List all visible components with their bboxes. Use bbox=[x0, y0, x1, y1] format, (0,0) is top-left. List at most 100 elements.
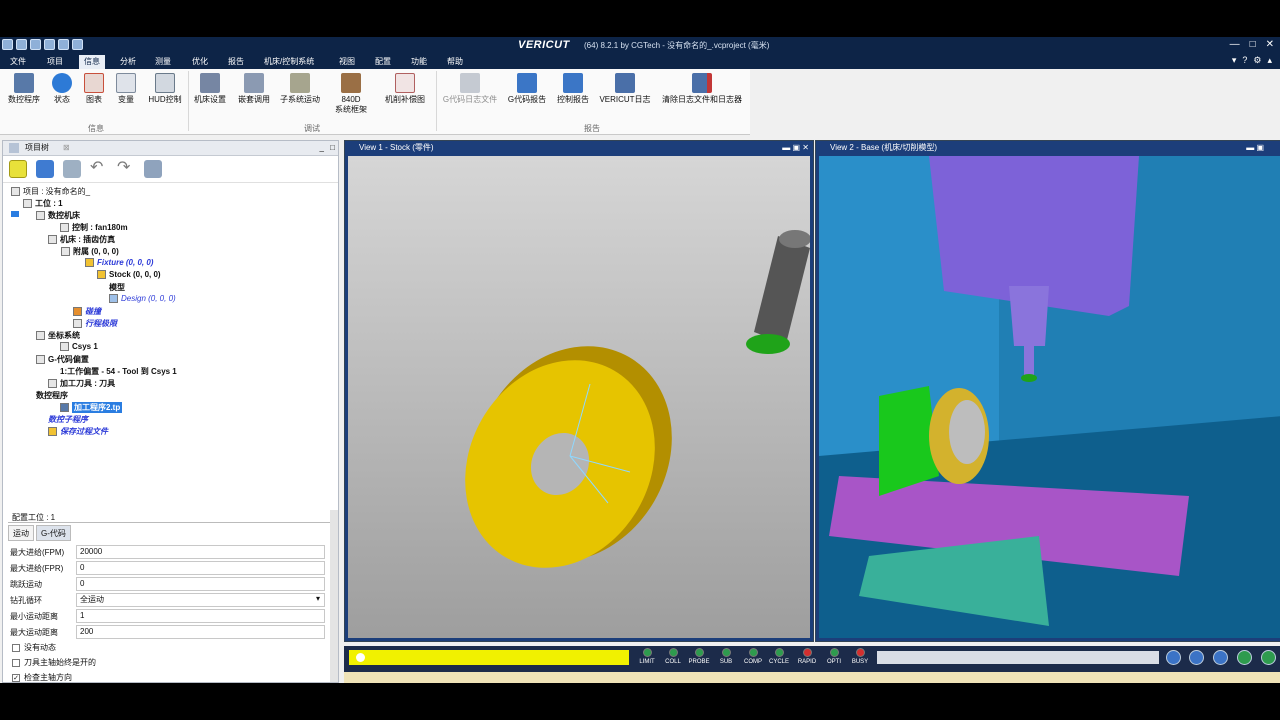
layout-icon[interactable] bbox=[58, 39, 69, 50]
gear-icon[interactable]: ⚙ bbox=[1253, 55, 1261, 66]
tree-node[interactable]: Fixture (0, 0, 0) bbox=[85, 258, 153, 267]
control-report-button[interactable]: 控制报告 bbox=[545, 71, 601, 105]
tree-node[interactable]: 数控子程序 bbox=[48, 414, 88, 425]
config-scrollbar[interactable] bbox=[330, 510, 338, 682]
tab-gcode[interactable]: G-代码 bbox=[36, 525, 71, 541]
vericut-log-button[interactable]: VERICUT日志 bbox=[597, 71, 653, 105]
status-light-icon bbox=[829, 648, 839, 657]
add-component-icon[interactable] bbox=[63, 160, 81, 178]
tree-node[interactable]: 附属 (0, 0, 0) bbox=[61, 246, 119, 257]
tree-node[interactable]: 控制 : fan180m bbox=[60, 222, 128, 233]
check-spindle-direction-checkbox[interactable]: ✓ 检查主轴方向 bbox=[8, 670, 334, 683]
tool-icon bbox=[48, 379, 57, 388]
drill-cycle-select[interactable]: 全运动 bbox=[76, 593, 325, 607]
close-button[interactable]: ✕ bbox=[1266, 39, 1274, 50]
tree-node[interactable]: Stock (0, 0, 0) bbox=[97, 270, 161, 279]
variable-icon bbox=[116, 73, 136, 93]
pause-icon[interactable] bbox=[1213, 650, 1228, 665]
save-icon[interactable] bbox=[16, 39, 27, 50]
window-icon[interactable] bbox=[72, 39, 83, 50]
step-icon[interactable] bbox=[1237, 650, 1252, 665]
tree-node[interactable]: 1:工作偏置 - 54 - Tool 到 Csys 1 bbox=[60, 366, 177, 377]
tree-node[interactable]: 数控机床 bbox=[36, 210, 80, 221]
help-icon[interactable] bbox=[44, 39, 55, 50]
undo-icon[interactable] bbox=[30, 39, 41, 50]
tree-node[interactable]: 行程极限 bbox=[73, 318, 117, 329]
csys-icon bbox=[60, 342, 69, 351]
tree-node[interactable]: 项目 : 没有命名的_ bbox=[11, 186, 90, 197]
tree-node[interactable]: 数控程序 bbox=[36, 390, 68, 401]
menu-view[interactable]: 视图 bbox=[339, 56, 355, 67]
gcode-log-button[interactable]: G代码日志文件 bbox=[442, 71, 498, 105]
chevron-down-icon[interactable]: ▾ bbox=[316, 594, 320, 603]
tree-node[interactable]: Csys 1 bbox=[60, 342, 98, 351]
menu-report[interactable]: 报告 bbox=[228, 56, 244, 67]
menu-function[interactable]: 功能 bbox=[411, 56, 427, 67]
led-sub: SUB bbox=[713, 648, 739, 665]
menu-info[interactable]: 信息 bbox=[79, 55, 105, 69]
open-icon[interactable] bbox=[2, 39, 13, 50]
comp-table-button[interactable]: 机削补偿图 bbox=[377, 71, 433, 105]
eject-icon[interactable] bbox=[1166, 650, 1181, 665]
help-icon[interactable]: ? bbox=[1242, 55, 1247, 66]
max-feed-fpm-input[interactable]: 20000 bbox=[76, 545, 325, 559]
progress-track[interactable] bbox=[349, 650, 629, 665]
search-icon[interactable]: ▾ bbox=[1232, 55, 1237, 66]
min-motion-input[interactable]: 1 bbox=[76, 609, 325, 623]
menu-project[interactable]: 项目 bbox=[47, 56, 63, 67]
max-motion-input[interactable]: 200 bbox=[76, 625, 325, 639]
move-icon[interactable] bbox=[144, 160, 162, 178]
tree-node[interactable]: 加工刀具 : 刀具 bbox=[48, 378, 115, 389]
view-window-controls[interactable]: ▬ ▣ bbox=[1246, 141, 1264, 154]
play-icon[interactable] bbox=[1261, 650, 1276, 665]
tree-node[interactable]: 坐标系统 bbox=[36, 330, 80, 341]
jump-motion-input[interactable]: 0 bbox=[76, 577, 325, 591]
tree-node[interactable]: G-代码偏置 bbox=[36, 354, 89, 365]
ribbon-separator bbox=[436, 71, 437, 131]
checkbox-box bbox=[12, 658, 20, 667]
tree-node[interactable]: 保存过程文件 bbox=[48, 426, 108, 437]
tree-node[interactable]: 工位 : 1 bbox=[23, 198, 63, 209]
view-2-canvas[interactable] bbox=[819, 156, 1280, 638]
project-icon bbox=[11, 187, 20, 196]
tree-node[interactable]: Design (0, 0, 0) bbox=[109, 294, 176, 303]
collapse-ribbon-icon[interactable]: ▴ bbox=[1267, 55, 1272, 66]
field-row: 最小运动距离 1 bbox=[8, 608, 334, 624]
progress-handle[interactable] bbox=[356, 653, 365, 662]
max-feed-fpr-input[interactable]: 0 bbox=[76, 561, 325, 575]
pencil-icon[interactable] bbox=[9, 160, 27, 178]
panel-float-icon[interactable]: □ bbox=[330, 141, 335, 155]
menu-measure[interactable]: 测量 bbox=[155, 56, 171, 67]
rewind-icon[interactable] bbox=[1189, 650, 1204, 665]
tree-node[interactable]: 机床 : 插齿仿真 bbox=[48, 234, 115, 245]
tab-motion[interactable]: 运动 bbox=[8, 525, 34, 541]
menu-analysis[interactable]: 分析 bbox=[120, 56, 136, 67]
panel-minimize-icon[interactable]: _ bbox=[320, 141, 324, 155]
frame-840d-button[interactable]: 840D 系统框架 bbox=[323, 71, 379, 115]
menu-config[interactable]: 配置 bbox=[375, 56, 391, 67]
redo-icon[interactable]: ↷ bbox=[117, 160, 135, 178]
travel-limit-icon bbox=[73, 319, 82, 328]
stock-model-graphic bbox=[465, 230, 810, 568]
tree-node-selected[interactable]: 加工程序2.tp bbox=[60, 402, 123, 413]
view-window-controls[interactable]: ▬ ▣ ✕ bbox=[782, 141, 809, 154]
spindle-always-on-checkbox[interactable]: 刀具主轴始终是开的 bbox=[8, 655, 334, 670]
subsystem-motion-button[interactable]: 子系统运动 bbox=[272, 71, 328, 105]
notepad-icon[interactable] bbox=[36, 160, 54, 178]
menu-optimize[interactable]: 优化 bbox=[192, 56, 208, 67]
menu-machine-control[interactable]: 机床/控制系统 bbox=[264, 56, 314, 67]
tree-node[interactable]: 模型 bbox=[109, 282, 125, 293]
tree-node[interactable]: 碰撞 bbox=[73, 306, 101, 317]
stock-icon bbox=[97, 270, 106, 279]
tab-close-icon[interactable]: ⊠ bbox=[63, 141, 70, 155]
menu-file[interactable]: 文件 bbox=[10, 56, 26, 67]
undo-icon[interactable]: ↶ bbox=[90, 160, 108, 178]
minimize-button[interactable]: — bbox=[1230, 39, 1240, 50]
maximize-button[interactable]: □ bbox=[1250, 39, 1256, 50]
view-1-canvas[interactable] bbox=[348, 156, 810, 638]
no-animation-checkbox[interactable]: 没有动态 bbox=[8, 640, 334, 655]
menu-help[interactable]: 帮助 bbox=[447, 56, 463, 67]
led-cycle: CYCLE bbox=[766, 648, 792, 665]
clear-log-button[interactable]: 清除日志文件和日志器 bbox=[662, 71, 742, 105]
field-row: 最大进给(FPR) 0 bbox=[8, 560, 334, 576]
